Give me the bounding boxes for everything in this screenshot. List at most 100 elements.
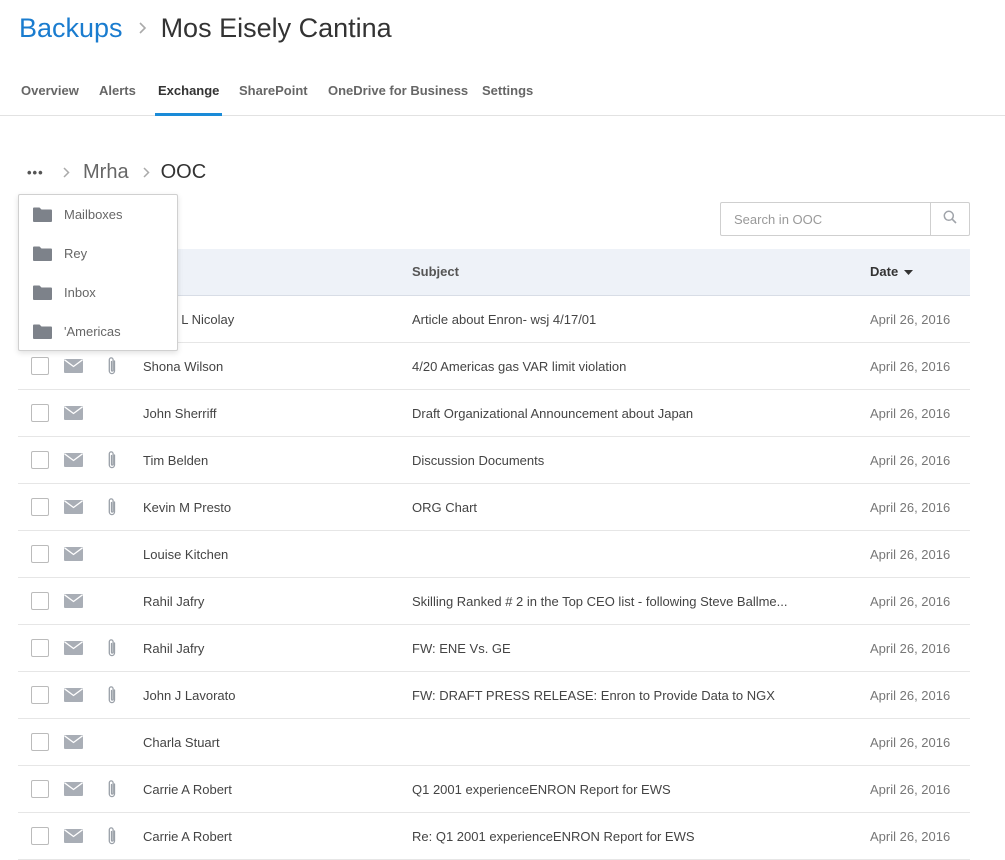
table-row[interactable]: Rahil Jafry FW: ENE Vs. GE April 26, 201… (18, 625, 970, 672)
envelope-icon (64, 625, 83, 671)
column-header-subject[interactable]: Subject (412, 249, 459, 295)
chevron-right-icon (138, 22, 147, 34)
row-checkbox[interactable] (31, 686, 49, 704)
row-from: John J Lavorato (143, 687, 236, 703)
row-checkbox[interactable] (31, 733, 49, 751)
row-subject: Draft Organizational Announcement about … (412, 405, 694, 421)
row-subject: Discussion Documents (412, 452, 545, 468)
envelope-icon (64, 672, 83, 718)
table-body: Sherri L Nicolay Article about Enron- ws… (18, 296, 970, 860)
breadcrumb-item-mrha[interactable]: Mrha (83, 161, 129, 184)
column-header-date[interactable]: Date (870, 249, 914, 295)
search-input[interactable] (721, 203, 931, 235)
row-date: April 26, 2016 (870, 781, 951, 797)
row-checkbox[interactable] (31, 827, 49, 845)
row-checkbox[interactable] (31, 357, 49, 375)
table-row[interactable]: John Sherriff Draft Organizational Annou… (18, 390, 970, 437)
dropdown-item-label: Rey (64, 246, 88, 261)
dropdown-item-inbox[interactable]: Inbox (19, 273, 177, 312)
tab-sharepoint[interactable]: SharePoint (239, 68, 308, 115)
table-row[interactable]: Tim Belden Discussion Documents April 26… (18, 437, 970, 484)
tab-onedrive[interactable]: OneDrive for Business (328, 68, 468, 115)
envelope-icon (64, 719, 83, 765)
row-subject: FW: ENE Vs. GE (412, 640, 511, 656)
folder-icon (33, 246, 53, 261)
table-row[interactable]: John J Lavorato FW: DRAFT PRESS RELEASE:… (18, 672, 970, 719)
envelope-icon (64, 484, 83, 530)
tab-bar: Overview Alerts Exchange SharePoint OneD… (0, 68, 1005, 116)
row-date: April 26, 2016 (870, 593, 951, 609)
row-from: Rahil Jafry (143, 640, 205, 656)
row-from: Rahil Jafry (143, 593, 205, 609)
dropdown-item-mailboxes[interactable]: Mailboxes (19, 195, 177, 234)
dropdown-item-americas[interactable]: 'Americas (19, 312, 177, 351)
dropdown-item-label: 'Americas (64, 324, 121, 339)
tab-settings[interactable]: Settings (482, 68, 533, 115)
table-row[interactable]: Charla Stuart April 26, 2016 (18, 719, 970, 766)
row-checkbox[interactable] (31, 639, 49, 657)
row-checkbox[interactable] (31, 498, 49, 516)
row-subject: Article about Enron- wsj 4/17/01 (412, 311, 597, 327)
chevron-right-icon (143, 166, 150, 178)
row-checkbox[interactable] (31, 780, 49, 798)
table-row[interactable]: Carrie A Robert Q1 2001 experienceENRON … (18, 766, 970, 813)
dropdown-item-label: Inbox (64, 285, 96, 300)
row-date: April 26, 2016 (870, 734, 951, 750)
paperclip-icon (106, 484, 118, 530)
folder-icon (33, 285, 53, 300)
envelope-icon (64, 813, 83, 859)
row-from: Kevin M Presto (143, 499, 232, 515)
breadcrumb-dropdown: Mailboxes Rey Inbox 'Americas (18, 194, 178, 351)
row-date: April 26, 2016 (870, 546, 951, 562)
row-from: Charla Stuart (143, 734, 220, 750)
row-subject: ORG Chart (412, 499, 478, 515)
row-from: Carrie A Robert (143, 781, 232, 797)
row-checkbox[interactable] (31, 404, 49, 422)
paperclip-icon (106, 813, 118, 859)
tab-overview[interactable]: Overview (21, 68, 79, 115)
search-icon (943, 210, 957, 229)
row-checkbox[interactable] (31, 451, 49, 469)
row-date: April 26, 2016 (870, 640, 951, 656)
paperclip-icon (106, 672, 118, 718)
folder-icon (33, 207, 53, 222)
search-box (720, 202, 970, 236)
row-checkbox[interactable] (31, 545, 49, 563)
row-from: John Sherriff (143, 405, 217, 421)
dropdown-item-label: Mailboxes (64, 207, 123, 222)
folder-icon (33, 324, 53, 339)
envelope-icon (64, 437, 83, 483)
table-row[interactable]: Kevin M Presto ORG Chart April 26, 2016 (18, 484, 970, 531)
row-date: April 26, 2016 (870, 452, 951, 468)
row-from: Carrie A Robert (143, 828, 232, 844)
table-row[interactable]: Louise Kitchen April 26, 2016 (18, 531, 970, 578)
column-header-date-label: Date (870, 264, 899, 279)
envelope-icon (64, 766, 83, 812)
row-checkbox[interactable] (31, 592, 49, 610)
row-date: April 26, 2016 (870, 499, 951, 515)
table-row[interactable]: Carrie A Robert Re: Q1 2001 experienceEN… (18, 813, 970, 860)
table-row[interactable]: Rahil Jafry Skilling Ranked # 2 in the T… (18, 578, 970, 625)
paperclip-icon (106, 625, 118, 671)
row-date: April 26, 2016 (870, 311, 951, 327)
tab-alerts[interactable]: Alerts (99, 68, 136, 115)
row-date: April 26, 2016 (870, 687, 951, 703)
row-date: April 26, 2016 (870, 358, 951, 374)
tab-exchange[interactable]: Exchange (154, 68, 223, 116)
page-header: Backups Mos Eisely Cantina (19, 8, 392, 48)
row-subject: FW: DRAFT PRESS RELEASE: Enron to Provid… (412, 687, 775, 703)
chevron-right-icon (63, 166, 70, 178)
dropdown-item-rey[interactable]: Rey (19, 234, 177, 273)
search-button[interactable] (930, 203, 969, 235)
row-date: April 26, 2016 (870, 405, 951, 421)
breadcrumb-more-button[interactable]: ••• (27, 165, 45, 180)
breadcrumb-root-backups[interactable]: Backups (19, 13, 123, 44)
row-subject: Skilling Ranked # 2 in the Top CEO list … (412, 593, 788, 609)
caret-down-icon (904, 269, 914, 275)
envelope-icon (64, 578, 83, 624)
row-date: April 26, 2016 (870, 828, 951, 844)
breadcrumb-item-current: OOC (160, 160, 207, 183)
row-from: Louise Kitchen (143, 546, 229, 562)
envelope-icon (64, 531, 83, 577)
folder-breadcrumb: ••• Mrha OOC (27, 158, 206, 186)
